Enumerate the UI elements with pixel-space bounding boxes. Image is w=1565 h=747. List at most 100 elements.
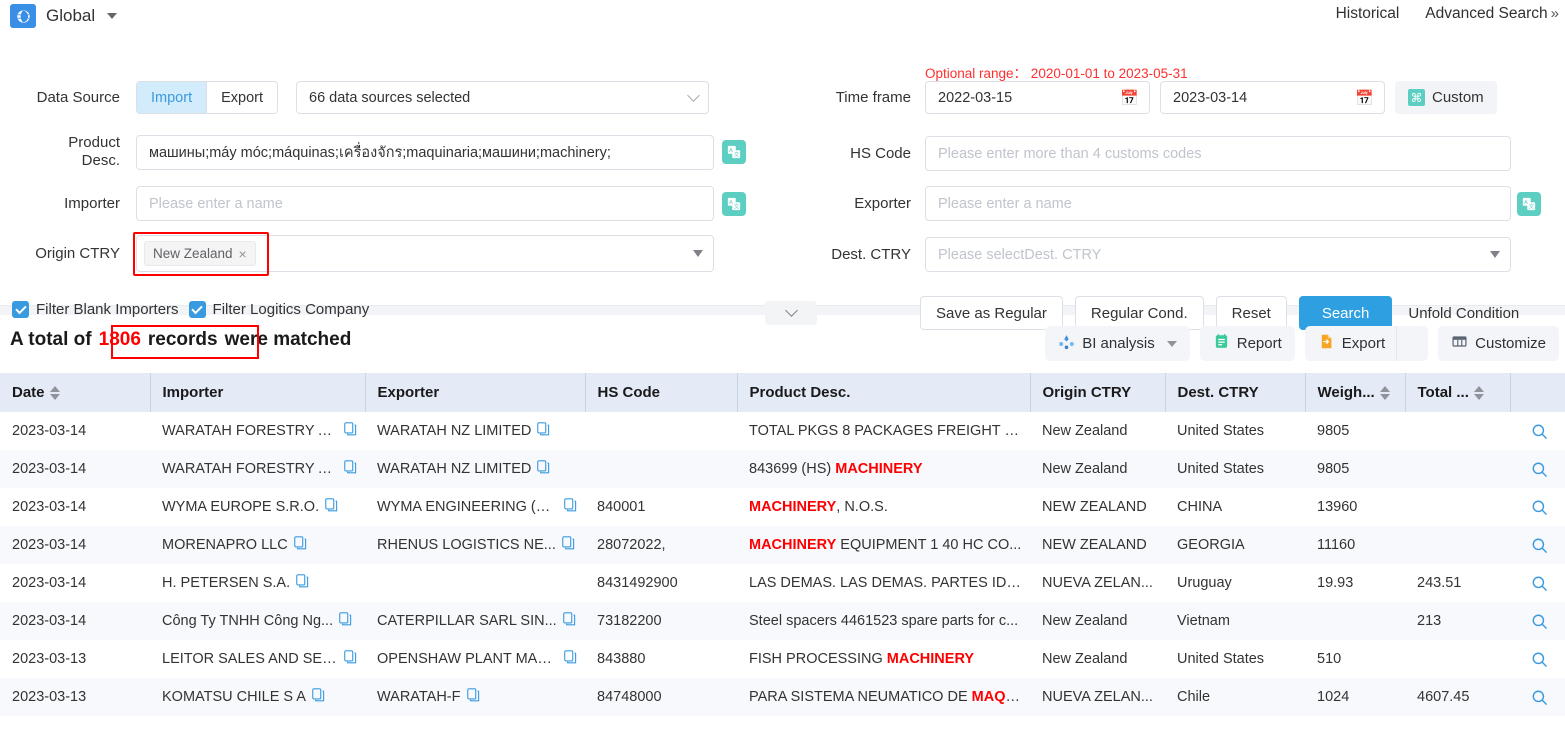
table-row[interactable]: 2023-03-14 WYMA EUROPE S.R.O. WYMA ENGINEE…: [0, 488, 1565, 526]
cell-text: WARATAH NZ LIMITED: [377, 423, 532, 439]
sort-icon[interactable]: [49, 385, 60, 400]
search-detail-icon[interactable]: [1522, 575, 1557, 592]
bi-analysis-icon: [1058, 333, 1075, 354]
copy-icon[interactable]: [562, 612, 576, 630]
export-dropdown-toggle[interactable]: [1396, 326, 1428, 361]
cell-total: [1405, 488, 1510, 526]
advanced-search-link[interactable]: Advanced Search»: [1425, 5, 1559, 23]
table-row[interactable]: 2023-03-13 LEITOR SALES AND SER... OPENSHA…: [0, 640, 1565, 678]
copy-icon[interactable]: [296, 574, 309, 592]
search-detail-icon[interactable]: [1522, 537, 1557, 554]
cell-weight: 9805: [1317, 423, 1350, 439]
cell-actions[interactable]: [1510, 678, 1565, 716]
copy-icon[interactable]: [293, 536, 307, 554]
time-frame-start-input[interactable]: 2022-03-15 📅: [925, 81, 1150, 114]
copy-icon[interactable]: [537, 460, 550, 478]
cell-actions[interactable]: [1510, 488, 1565, 526]
copy-icon[interactable]: [564, 498, 577, 516]
search-detail-icon[interactable]: [1522, 689, 1557, 706]
cell-hs-code: 84748000: [597, 689, 662, 705]
origin-ctry-select[interactable]: New Zealand ×: [136, 235, 714, 272]
copy-icon[interactable]: [562, 536, 575, 554]
copy-icon[interactable]: [537, 422, 550, 440]
copy-icon[interactable]: [466, 688, 480, 706]
translate-icon[interactable]: A 文: [1517, 191, 1541, 216]
calendar-icon[interactable]: 📅: [1120, 89, 1139, 107]
copy-icon[interactable]: [344, 650, 357, 668]
time-frame-end-input[interactable]: 2023-03-14 📅: [1160, 81, 1385, 114]
hs-code-input[interactable]: Please enter more than 4 customs codes: [925, 136, 1511, 171]
report-button[interactable]: Report: [1199, 326, 1295, 361]
cell-dest-ctry: Chile: [1177, 689, 1211, 705]
close-icon[interactable]: ×: [239, 247, 247, 261]
global-region-selector[interactable]: Global: [10, 4, 118, 28]
data-sources-select[interactable]: 66 data sources selected: [296, 81, 710, 114]
custom-range-button[interactable]: ⌘ Custom: [1395, 81, 1497, 114]
column-header-hs-code[interactable]: HS Code: [585, 373, 738, 412]
cell-actions[interactable]: [1510, 526, 1565, 564]
cell-dest-ctry: United States: [1177, 461, 1265, 477]
results-toolbar: BI analysis Report Export Customize: [1045, 326, 1559, 361]
cell-actions[interactable]: [1510, 412, 1565, 450]
bi-analysis-button[interactable]: BI analysis: [1045, 326, 1190, 361]
column-header-dest-ctry[interactable]: Dest. CTRY: [1165, 373, 1306, 412]
data-source-toggle[interactable]: Import Export: [136, 81, 279, 114]
tab-export[interactable]: Export: [207, 82, 278, 113]
copy-icon[interactable]: [564, 650, 577, 668]
export-button[interactable]: Export: [1305, 326, 1396, 361]
table-row[interactable]: 2023-03-14 Công Ty TNHH Công Ng... CATERPI…: [0, 602, 1565, 640]
importer-input[interactable]: Please enter a name: [136, 186, 714, 221]
search-detail-icon[interactable]: [1522, 423, 1557, 440]
svg-text:文: 文: [1529, 202, 1535, 210]
column-header-product-desc[interactable]: Product Desc.: [737, 373, 1031, 412]
sort-icon[interactable]: [1379, 385, 1390, 400]
dest-ctry-label: Dest. CTRY: [831, 246, 911, 263]
search-detail-icon[interactable]: [1522, 651, 1557, 668]
column-header-date[interactable]: Date: [0, 373, 151, 412]
dest-ctry-select[interactable]: Please selectDest. CTRY: [925, 237, 1511, 272]
cell-importer: LEITOR SALES AND SER...: [150, 640, 365, 678]
search-detail-icon[interactable]: [1522, 461, 1557, 478]
chevron-down-icon[interactable]: [107, 13, 118, 19]
copy-icon[interactable]: [312, 688, 325, 706]
column-header-origin-ctry[interactable]: Origin CTRY: [1030, 373, 1166, 412]
table-row[interactable]: 2023-03-14 H. PETERSEN S.A. 8431492900 LAS …: [0, 564, 1565, 602]
cell-product-desc: PARA SISTEMA NEUMATICO DE MAQU...: [737, 678, 1030, 716]
column-header-total[interactable]: Total ...: [1405, 373, 1511, 412]
cell-text: Steel spacers 4461523 spare parts for c.…: [749, 613, 1019, 629]
cell-actions[interactable]: [1510, 450, 1565, 488]
cell-origin-ctry: New Zealand: [1042, 423, 1128, 439]
calendar-icon[interactable]: 📅: [1355, 89, 1374, 107]
search-detail-icon[interactable]: [1522, 613, 1557, 630]
cell-total: 4607.45: [1417, 689, 1470, 705]
cell-actions[interactable]: [1510, 564, 1565, 602]
tab-import[interactable]: Import: [137, 82, 208, 113]
column-header-importer[interactable]: Importer: [150, 373, 366, 412]
cell-dest-ctry: Vietnam: [1177, 613, 1230, 629]
column-header-weight[interactable]: Weigh...: [1305, 373, 1406, 412]
cell-actions[interactable]: [1510, 602, 1565, 640]
search-detail-icon[interactable]: [1522, 499, 1557, 516]
cell-actions[interactable]: [1510, 640, 1565, 678]
historical-link[interactable]: Historical: [1336, 5, 1400, 23]
column-label: Dest. CTRY: [1177, 384, 1259, 401]
table-row[interactable]: 2023-03-13 KOMATSU CHILE S A WARATAH-F 8474…: [0, 678, 1565, 716]
table-row[interactable]: 2023-03-14 WARATAH FORESTRY AT... WARATAH …: [0, 450, 1565, 488]
customize-button[interactable]: Customize: [1438, 326, 1559, 361]
sort-icon[interactable]: [1473, 385, 1484, 400]
svg-text:A: A: [729, 148, 733, 154]
cell-dest-ctry: United States: [1177, 423, 1265, 439]
copy-icon[interactable]: [344, 422, 357, 440]
copy-icon[interactable]: [339, 612, 352, 630]
table-row[interactable]: 2023-03-14 WARATAH FORESTRY AT... WARATAH …: [0, 412, 1565, 450]
column-header-exporter[interactable]: Exporter: [365, 373, 586, 412]
table-row[interactable]: 2023-03-14 MORENAPRO LLC RHENUS LOGISTICS …: [0, 526, 1565, 564]
translate-icon[interactable]: A 文: [722, 191, 746, 216]
product-desc-input[interactable]: машины;máy móc;máquinas;เครื่องจักร;maqu…: [136, 134, 714, 170]
exporter-input[interactable]: Please enter a name: [925, 186, 1511, 221]
translate-icon[interactable]: A 文: [722, 140, 746, 164]
copy-icon[interactable]: [325, 498, 338, 516]
copy-icon[interactable]: [344, 460, 357, 478]
exporter-placeholder: Please enter a name: [938, 195, 1072, 212]
column-label: Exporter: [377, 384, 440, 401]
